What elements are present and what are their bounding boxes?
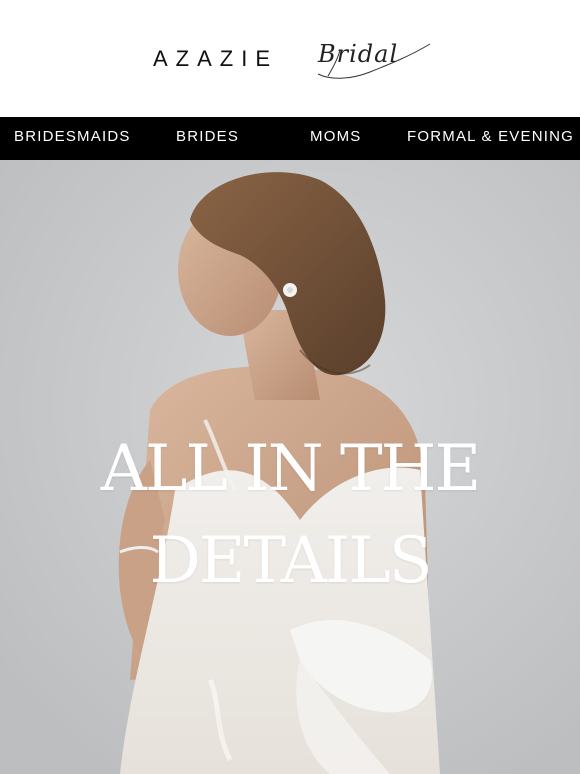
top-navigation: BRIDESMAIDS BRIDES MOMS FORMAL & EVENING (0, 117, 580, 160)
nav-formal-evening[interactable]: FORMAL & EVENING (407, 117, 574, 160)
brand-script-bridal: Bridal (318, 40, 399, 68)
hero-title-line-1: ALL IN THE (100, 432, 481, 506)
nav-brides[interactable]: BRIDES (176, 117, 239, 160)
email-header: AZAZIE Bridal (0, 0, 580, 117)
hero-title: ALL IN THE DETAILS (0, 423, 580, 607)
nav-bridesmaids[interactable]: BRIDESMAIDS (14, 117, 131, 160)
hero-banner[interactable]: ALL IN THE DETAILS (0, 160, 580, 774)
nav-moms[interactable]: MOMS (310, 117, 361, 160)
hero-title-line-2: DETAILS (149, 524, 432, 598)
brand-wordmark: AZAZIE (153, 46, 279, 71)
brand-logo[interactable]: AZAZIE Bridal (0, 0, 580, 117)
